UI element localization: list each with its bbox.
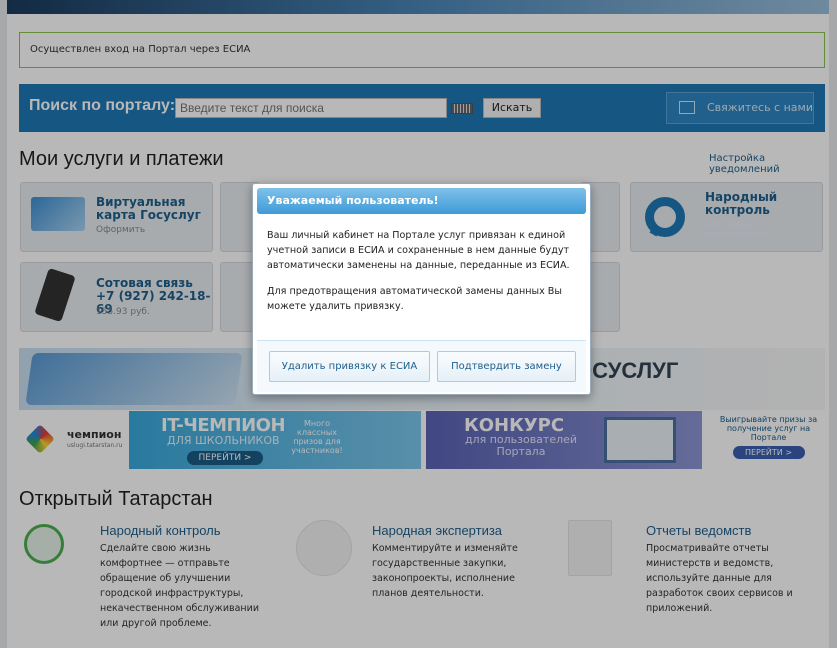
- portal-page: Осуществлен вход на Портал через ЕСИА По…: [0, 0, 837, 648]
- dialog-text-2: Для предотвращения автоматической замены…: [267, 286, 562, 312]
- dialog-title: Уважаемый пользователь!: [257, 188, 586, 214]
- dialog-text-1: Ваш личный кабинет на Портале услуг прив…: [267, 230, 570, 271]
- esia-dialog: Уважаемый пользователь! Ваш личный кабин…: [252, 183, 591, 395]
- confirm-replace-button[interactable]: Подтвердить замену: [437, 351, 576, 382]
- dialog-body: Ваш личный кабинет на Портале услуг прив…: [267, 228, 577, 325]
- dialog-footer: Удалить привязку к ЕСИА Подтвердить заме…: [257, 340, 586, 392]
- unlink-esia-button[interactable]: Удалить привязку к ЕСИА: [269, 351, 430, 382]
